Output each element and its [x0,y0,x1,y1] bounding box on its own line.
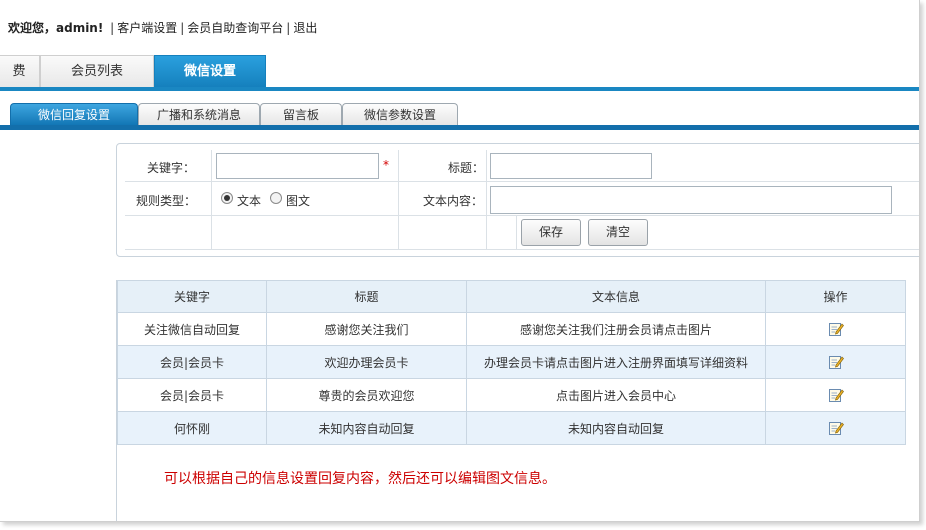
cell-title: 欢迎办理会员卡 [266,345,467,379]
cell-keyword: 会员|会员卡 [117,345,267,379]
edit-icon[interactable] [828,387,844,403]
content-label: 文本内容： [423,194,484,208]
col-header-keyword: 关键字 [117,280,267,313]
reply-rule-form: 关键字： * 标题： 规则类型： 文本 图文 文本内容： 保存 清空 [116,143,919,257]
table-row: 关注微信自动回复 感谢您关注我们 感谢您关注我们注册会员请点击图片 [117,312,906,346]
cell-action [765,312,906,346]
member-query-link[interactable]: 会员自助查询平台 [187,21,283,35]
content-input[interactable] [490,186,892,214]
rule-text-label: 文本 [237,194,262,208]
sub-nav: 微信回复设置 广播和系统消息 留言板 微信参数设置 [0,100,919,130]
subtab-broadcast[interactable]: 广播和系统消息 [138,103,260,125]
form-cell [399,216,487,250]
required-mark: * [383,158,389,172]
cell-keyword: 关注微信自动回复 [117,312,267,346]
cell-text: 未知内容自动回复 [466,411,766,445]
welcome-bar: 欢迎您，admin! | 客户端设置 | 会员自助查询平台 | 退出 [8,19,317,35]
keyword-input[interactable] [216,153,379,179]
edit-icon[interactable] [828,354,844,370]
separator: | [110,21,115,35]
cell-keyword: 何怀刚 [117,411,267,445]
app-window: 欢迎您，admin! | 客户端设置 | 会员自助查询平台 | 退出 费 会员列表 微信设… [0,0,920,522]
title-input[interactable] [490,153,652,179]
col-header-title: 标题 [266,280,467,313]
table-row: 何怀刚 未知内容自动回复 未知内容自动回复 [117,411,906,445]
reply-rules-table: 关键字 标题 文本信息 操作 关注微信自动回复 感谢您关注我们 感谢您关注我们注… [117,280,906,445]
edit-icon[interactable] [828,321,844,337]
rule-image-text-radio[interactable] [270,192,282,204]
rule-text-radio[interactable] [221,192,233,204]
edit-icon[interactable] [828,420,844,436]
table-row: 会员|会员卡 尊贵的会员欢迎您 点击图片进入会员中心 [117,378,906,412]
clear-button[interactable]: 清空 [588,219,648,246]
keyword-label: 关键字： [147,161,196,175]
separator: | [286,21,291,35]
subtab-wechat-reply[interactable]: 微信回复设置 [10,103,138,125]
form-cell [487,216,517,250]
main-nav: 费 会员列表 微信设置 [0,55,919,91]
client-settings-link[interactable]: 客户端设置 [117,21,177,35]
cell-text: 办理会员卡请点击图片进入注册界面填写详细资料 [466,345,766,379]
col-header-action: 操作 [765,280,906,313]
tab-wechat-settings[interactable]: 微信设置 [154,55,266,87]
rule-image-text-label: 图文 [286,194,311,208]
cell-keyword: 会员|会员卡 [117,378,267,412]
separator: | [180,21,185,35]
tab-member-list[interactable]: 会员列表 [40,55,154,87]
annotation-note: 可以根据自己的信息设置回复内容，然后还可以编辑图文信息。 [164,471,556,487]
cell-title: 感谢您关注我们 [266,312,467,346]
table-row: 会员|会员卡 欢迎办理会员卡 办理会员卡请点击图片进入注册界面填写详细资料 [117,345,906,379]
logout-link[interactable]: 退出 [293,21,317,35]
col-header-text: 文本信息 [466,280,766,313]
cell-title: 未知内容自动回复 [266,411,467,445]
cell-action [765,345,906,379]
cell-action [765,378,906,412]
cell-text: 点击图片进入会员中心 [466,378,766,412]
form-cell [212,216,399,250]
rule-type-label: 规则类型： [136,194,197,208]
title-label: 标题： [448,161,485,175]
cell-title: 尊贵的会员欢迎您 [266,378,467,412]
form-cell [125,216,212,250]
save-button[interactable]: 保存 [521,219,581,246]
subtab-wechat-params[interactable]: 微信参数设置 [342,103,458,125]
cell-text: 感谢您关注我们注册会员请点击图片 [466,312,766,346]
tab-fee[interactable]: 费 [0,55,40,87]
subtab-message-board[interactable]: 留言板 [260,103,342,125]
cell-action [765,411,906,445]
welcome-text: 欢迎您，admin! [8,21,104,35]
